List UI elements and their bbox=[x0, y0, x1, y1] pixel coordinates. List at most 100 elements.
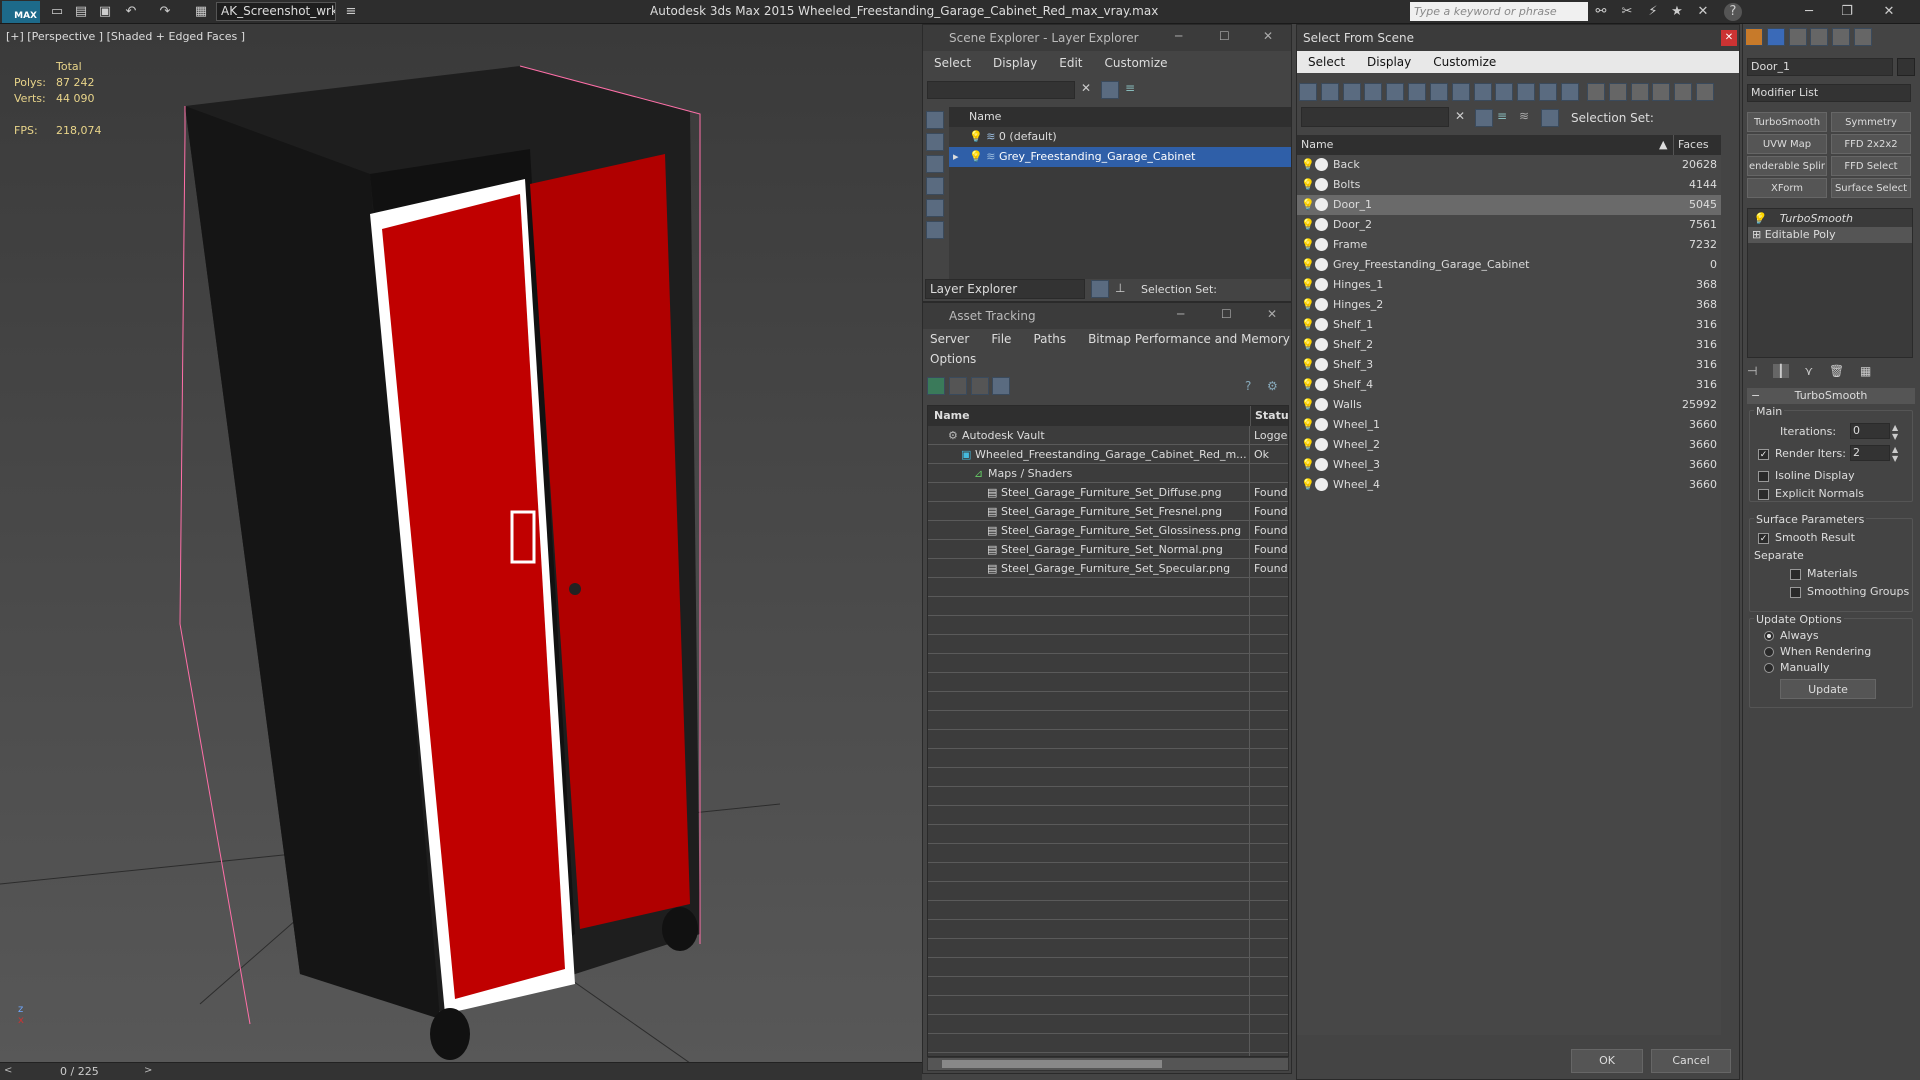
menu-bitmap-performance[interactable]: Bitmap Performance and Memory bbox=[1088, 332, 1290, 346]
render-iters-spinner[interactable]: 2 bbox=[1850, 445, 1890, 461]
timeline-bar[interactable]: < 0 / 225 > bbox=[0, 1062, 922, 1080]
bulb-icon[interactable]: 💡 bbox=[1301, 195, 1315, 215]
layer-row-default[interactable]: 💡 ≋ 0 (default) bbox=[969, 127, 1289, 147]
scene-object-row[interactable]: 💡 Back 20628 bbox=[1297, 155, 1721, 175]
modifier-ffd-button[interactable]: FFD 2x2x2 bbox=[1831, 134, 1911, 154]
isoline-checkbox[interactable] bbox=[1758, 470, 1769, 482]
search-input[interactable]: Type a keyword or phrase bbox=[1410, 2, 1588, 21]
sort-icon[interactable]: ▲ bbox=[1659, 135, 1667, 155]
iterations-spinner-arrows-icon[interactable]: ▲ ▼ bbox=[1892, 423, 1898, 441]
hierarchy-tab-icon[interactable] bbox=[1788, 28, 1807, 46]
modifier-renderable-spline-button[interactable]: enderable Splir bbox=[1747, 156, 1827, 176]
modifier-symmetry-button[interactable]: Symmetry bbox=[1831, 112, 1911, 132]
groups-filter-icon[interactable] bbox=[1451, 83, 1470, 101]
scene-object-row[interactable]: 💡 Wheel_3 3660 bbox=[1297, 455, 1721, 475]
help-icon[interactable]: ? bbox=[1724, 3, 1742, 21]
render-iters-checkbox[interactable]: ✓ bbox=[1758, 448, 1769, 460]
thumbnail-icon[interactable] bbox=[970, 377, 989, 395]
hierarchy-mode-icon[interactable] bbox=[1541, 109, 1559, 127]
expand-icon[interactable]: ▸ bbox=[953, 150, 959, 163]
stack-item-editable-poly[interactable]: ⊞ Editable Poly bbox=[1748, 227, 1912, 243]
list-icon[interactable] bbox=[948, 377, 967, 395]
shapes-filter-icon[interactable] bbox=[1342, 83, 1361, 101]
asset-tracking-close-icon[interactable]: ✕ bbox=[1267, 307, 1277, 321]
scene-explorer-close-icon[interactable]: ✕ bbox=[1263, 29, 1273, 43]
collapse-icon[interactable] bbox=[1696, 83, 1715, 101]
display-lights-icon[interactable] bbox=[926, 177, 944, 195]
cameras-filter-icon[interactable] bbox=[1386, 83, 1405, 101]
create-tab-icon[interactable] bbox=[1745, 28, 1763, 46]
scene-object-row[interactable]: 💡 Wheel_4 3660 bbox=[1297, 475, 1721, 495]
save-file-icon[interactable]: ▣ bbox=[96, 3, 114, 21]
bulb-icon[interactable]: 💡 bbox=[1301, 315, 1315, 335]
timeline-prev-icon[interactable]: < bbox=[4, 1065, 12, 1076]
layer-options-icon[interactable]: ≡ bbox=[1125, 81, 1135, 95]
bulb-icon[interactable]: 💡 bbox=[1301, 175, 1315, 195]
sync-selection-icon[interactable] bbox=[1630, 83, 1649, 101]
geometry-filter-icon[interactable] bbox=[1320, 83, 1339, 101]
frozen-filter-icon[interactable] bbox=[1539, 83, 1558, 101]
asset-row[interactable]: ⊿ Maps / Shaders bbox=[928, 464, 1288, 484]
show-end-result-icon[interactable]: ┃ bbox=[1773, 364, 1789, 378]
ok-button[interactable]: OK bbox=[1571, 1049, 1643, 1073]
collapse-icon[interactable]: − bbox=[1751, 388, 1760, 404]
select-invert-icon[interactable] bbox=[1608, 83, 1627, 101]
col-faces[interactable]: Faces bbox=[1673, 135, 1709, 155]
expand-icon[interactable]: ⊞ bbox=[1752, 228, 1761, 241]
select-all-icon[interactable] bbox=[1299, 83, 1317, 101]
menu-paths[interactable]: Paths bbox=[1033, 332, 1066, 346]
menu-display[interactable]: Display bbox=[1367, 55, 1411, 69]
remove-modifier-icon[interactable]: 🗑 bbox=[1829, 364, 1844, 378]
col-name[interactable]: Name bbox=[934, 406, 970, 426]
smooth-result-checkbox[interactable]: ✓ bbox=[1758, 532, 1769, 544]
bulb-icon[interactable]: 💡 bbox=[1301, 455, 1315, 475]
select-none-icon[interactable] bbox=[1587, 83, 1605, 101]
scene-explorer-filter-input[interactable] bbox=[927, 81, 1075, 99]
bulb-icon[interactable]: 💡 bbox=[1301, 295, 1315, 315]
col-status[interactable]: Status bbox=[1250, 406, 1288, 426]
render-iters-spinner-arrows-icon[interactable]: ▲ ▼ bbox=[1892, 445, 1898, 463]
asset-row[interactable]: ⚙ Autodesk Vault Logged bbox=[928, 426, 1288, 446]
scene-object-row[interactable]: 💡 Hinges_1 368 bbox=[1297, 275, 1721, 295]
materials-checkbox[interactable] bbox=[1790, 568, 1801, 580]
bulb-icon[interactable]: 💡 bbox=[969, 150, 983, 163]
bulb-icon[interactable]: 💡 bbox=[1301, 475, 1315, 495]
menu-server[interactable]: Server bbox=[930, 332, 969, 346]
cancel-button[interactable]: Cancel bbox=[1651, 1049, 1731, 1073]
display-geometry-icon[interactable] bbox=[926, 133, 944, 151]
layers-icon[interactable]: ≋ bbox=[1519, 109, 1529, 123]
tools-icon[interactable]: ✂ bbox=[1618, 3, 1636, 21]
asset-help-icon[interactable]: ? bbox=[1245, 379, 1251, 393]
modifier-turbosmooth-button[interactable]: TurboSmooth bbox=[1747, 112, 1827, 132]
modifier-uvw-map-button[interactable]: UVW Map bbox=[1747, 134, 1827, 154]
always-radio[interactable] bbox=[1764, 631, 1774, 641]
workspace-selector[interactable]: AK_Screenshot_wrksp bbox=[216, 2, 336, 21]
make-unique-icon[interactable]: ⋎ bbox=[1804, 364, 1813, 378]
scene-object-row[interactable]: 💡 Walls 25992 bbox=[1297, 395, 1721, 415]
scene-object-row[interactable]: 💡 Shelf_4 316 bbox=[1297, 375, 1721, 395]
smoothing-groups-checkbox[interactable] bbox=[1790, 586, 1801, 598]
iterations-spinner[interactable]: 0 bbox=[1850, 423, 1890, 439]
bulb-icon[interactable]: 💡 bbox=[1301, 275, 1315, 295]
layer-options-icon[interactable]: ≡ bbox=[1497, 109, 1507, 123]
star-icon[interactable]: ★ bbox=[1668, 3, 1686, 21]
layer-explorer-icon[interactable] bbox=[1091, 280, 1109, 298]
asset-row[interactable]: ▤ Steel_Garage_Furniture_Set_Fresnel.png F… bbox=[928, 502, 1288, 522]
scene-object-row[interactable]: 💡 Shelf_2 316 bbox=[1297, 335, 1721, 355]
asset-row[interactable]: ▤ Steel_Garage_Furniture_Set_Specular.png… bbox=[928, 559, 1288, 579]
hierarchy-icon[interactable] bbox=[1674, 83, 1693, 101]
asset-row[interactable]: ▣ Wheeled_Freestanding_Garage_Cabinet_Red… bbox=[928, 445, 1288, 465]
spacewarps-filter-icon[interactable] bbox=[1429, 83, 1448, 101]
utilities-tab-icon[interactable] bbox=[1854, 28, 1873, 46]
scene-object-row[interactable]: 💡 Bolts 4144 bbox=[1297, 175, 1721, 195]
asset-row[interactable]: ▤ Steel_Garage_Furniture_Set_Glossiness.p… bbox=[928, 521, 1288, 541]
scene-explorer-maximize-icon[interactable]: ☐ bbox=[1219, 29, 1230, 43]
modifier-xform-button[interactable]: XForm bbox=[1747, 178, 1827, 198]
clear-filter-icon[interactable]: ✕ bbox=[1455, 109, 1465, 123]
layer-row-cabinet[interactable]: ▸ 💡 ≋ Grey_Freestanding_Garage_Cabinet bbox=[949, 147, 1291, 167]
layer-tree-header[interactable]: Name bbox=[949, 107, 1291, 127]
asset-tracking-maximize-icon[interactable]: ☐ bbox=[1221, 307, 1232, 321]
helpers-filter-icon[interactable] bbox=[1408, 83, 1427, 101]
stack-item-turbosmooth[interactable]: 💡 TurboSmooth bbox=[1752, 211, 1853, 227]
xrefs-filter-icon[interactable] bbox=[1473, 83, 1492, 101]
